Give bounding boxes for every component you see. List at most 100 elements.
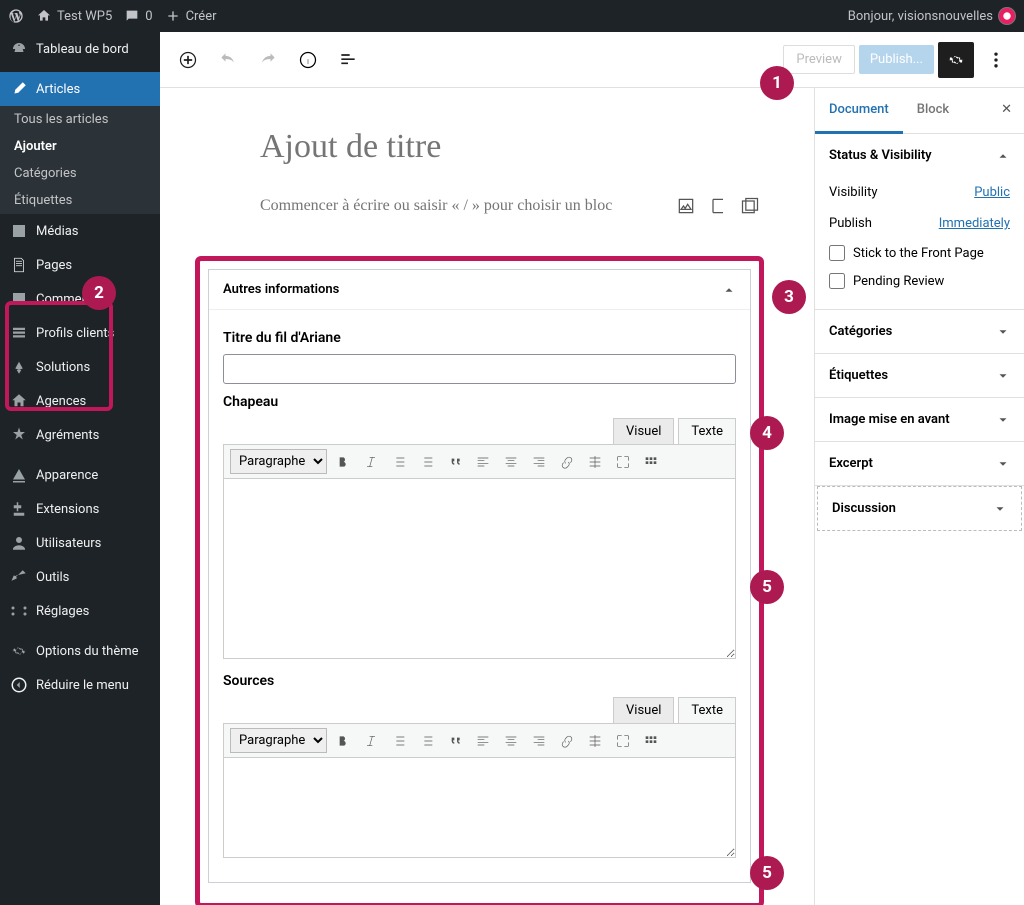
create-link[interactable]: Créer [165,8,217,24]
post-title-input[interactable] [260,128,760,166]
annotation-badge-4: 4 [750,416,784,450]
visibility-value[interactable]: Public [974,185,1010,200]
menu-profils-clients[interactable]: Profils clients [0,316,160,350]
heading-icon[interactable] [708,196,728,216]
menu-appearance[interactable]: Apparence [0,458,160,492]
submenu-add[interactable]: Ajouter [0,133,160,160]
gallery-icon[interactable] [740,196,760,216]
panel-excerpt[interactable]: Excerpt [815,442,1024,485]
submenu-categories[interactable]: Catégories [0,160,160,187]
fullscreen-button[interactable] [611,450,635,474]
format-select-2[interactable]: Paragraphe [230,728,327,753]
redo-button[interactable] [250,42,286,78]
tab-texte-2[interactable]: Texte [678,697,736,723]
fullscreen-button-2[interactable] [611,729,635,753]
tab-visuel[interactable]: Visuel [613,418,674,444]
preview-button[interactable]: Preview [783,45,854,74]
greeting[interactable]: Bonjour, visionsnouvelles [848,7,1016,25]
bold-button[interactable] [331,450,355,474]
menu-plugins[interactable]: Extensions [0,492,160,526]
avatar [998,7,1016,25]
stick-checkbox[interactable] [829,245,845,261]
input-ariane[interactable] [223,354,736,384]
align-left-button-2[interactable] [471,729,495,753]
field-label-chapeau: Chapeau [223,394,736,410]
textarea-chapeau[interactable] [223,479,736,659]
annotation-badge-5b: 5 [750,856,784,890]
tab-document[interactable]: Document [815,88,903,134]
align-right-button-2[interactable] [527,729,551,753]
info-button[interactable] [290,42,326,78]
ul-button[interactable] [387,450,411,474]
metabox-highlight: Autres informations Titre du fil d'Arian… [195,256,764,905]
menu-media[interactable]: Médias [0,214,160,248]
menu-agences[interactable]: Agences [0,384,160,418]
italic-button-2[interactable] [359,729,383,753]
format-select[interactable]: Paragraphe [230,449,327,474]
outline-button[interactable] [330,42,366,78]
textarea-sources[interactable] [223,758,736,858]
tab-visuel-2[interactable]: Visuel [613,697,674,723]
settings-toggle-button[interactable] [938,42,974,78]
panel-tags[interactable]: Étiquettes [815,354,1024,397]
align-right-button[interactable] [527,450,551,474]
menu-comments[interactable]: Commenta [0,282,160,316]
add-block-button[interactable] [170,42,206,78]
italic-button[interactable] [359,450,383,474]
image-icon[interactable] [676,196,696,216]
chevron-down-icon [996,325,1010,339]
panel-categories[interactable]: Catégories [815,310,1024,353]
submenu-tags[interactable]: Étiquettes [0,187,160,214]
menu-dashboard[interactable]: Tableau de bord [0,32,160,66]
link-button-2[interactable] [555,729,579,753]
panel-discussion[interactable]: Discussion [818,487,1021,530]
articles-submenu: Tous les articles Ajouter Catégories Éti… [0,106,160,214]
menu-users[interactable]: Utilisateurs [0,526,160,560]
align-left-button[interactable] [471,450,495,474]
panel-status: Status & Visibility VisibilityPublic Pub… [815,134,1024,310]
chevron-down-icon [996,413,1010,427]
inspector-sidebar: Document Block ✕ Status & Visibility Vis… [814,88,1024,905]
publish-value[interactable]: Immediately [939,216,1010,231]
ul-button-2[interactable] [387,729,411,753]
close-inspector-button[interactable]: ✕ [989,88,1024,133]
site-link[interactable]: Test WP5 [36,8,112,24]
block-prompt-text: Commencer à écrire ou saisir « / » pour … [260,197,612,215]
panel-featured-image[interactable]: Image mise en avant [815,398,1024,441]
comments-link[interactable]: 0 [124,8,152,24]
quote-button-2[interactable] [443,729,467,753]
ol-button[interactable] [415,450,439,474]
collapse-menu[interactable]: Réduire le menu [0,668,160,702]
menu-pages[interactable]: Pages [0,248,160,282]
wp-logo[interactable] [8,8,24,24]
submenu-all[interactable]: Tous les articles [0,106,160,133]
ol-button-2[interactable] [415,729,439,753]
menu-agrements[interactable]: Agréments [0,418,160,452]
more-icon-2[interactable] [583,729,607,753]
menu-theme-options[interactable]: Options du thème [0,634,160,668]
menu-tools[interactable]: Outils [0,560,160,594]
align-center-button[interactable] [499,450,523,474]
align-center-button-2[interactable] [499,729,523,753]
link-button[interactable] [555,450,579,474]
editor-toolbar: Preview Publish... [160,32,1024,88]
panel-status-header[interactable]: Status & Visibility [815,134,1024,177]
metabox-header[interactable]: Autres informations [209,270,750,310]
toolbar-toggle-button[interactable] [639,450,663,474]
undo-button[interactable] [210,42,246,78]
menu-solutions[interactable]: Solutions [0,350,160,384]
tab-block[interactable]: Block [903,88,963,133]
more-icon[interactable] [583,450,607,474]
pending-checkbox[interactable] [829,273,845,289]
quote-button[interactable] [443,450,467,474]
tab-texte[interactable]: Texte [678,418,736,444]
menu-articles[interactable]: Articles [0,72,160,106]
toolbar-toggle-button-2[interactable] [639,729,663,753]
chevron-down-icon [996,457,1010,471]
more-button[interactable] [978,42,1014,78]
block-prompt[interactable]: Commencer à écrire ou saisir « / » pour … [260,196,760,216]
bold-button-2[interactable] [331,729,355,753]
annotation-badge-1: 1 [760,66,794,100]
menu-settings[interactable]: Réglages [0,594,160,628]
publish-button[interactable]: Publish... [859,45,934,74]
